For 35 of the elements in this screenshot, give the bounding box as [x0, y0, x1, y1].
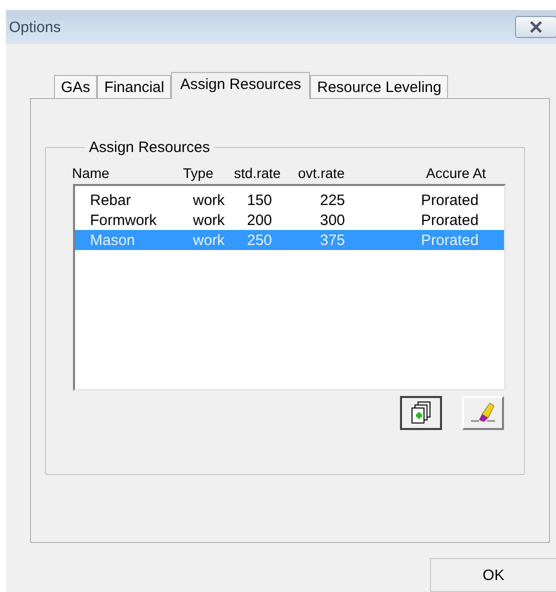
tab[interactable]: Assign Resources [171, 72, 310, 99]
close-button[interactable] [515, 16, 556, 38]
list-cell-text: 200 [247, 212, 274, 228]
eraser-button[interactable] [462, 396, 504, 430]
column-header: Accure At [426, 165, 487, 181]
list-row[interactable]: Rebar work 150 225 Prorated [75, 190, 504, 210]
list-cell-text: 150 [247, 192, 274, 208]
list-cell-text: work [193, 212, 226, 228]
eraser-icon [470, 401, 496, 425]
column-header: Type [183, 165, 214, 181]
list-cell-text: 300 [320, 212, 346, 228]
list-cell-text: Rebar [90, 192, 132, 208]
close-icon [529, 21, 543, 33]
add-button[interactable] [400, 396, 442, 430]
list-cell-text: Prorated [421, 212, 480, 228]
list-cell-text: Prorated [421, 232, 480, 248]
list-cell-text: 225 [320, 192, 346, 208]
window-title: Options [9, 18, 61, 36]
column-header: ovt.rate [298, 165, 346, 181]
tab[interactable]: GAs [54, 75, 98, 99]
list-row[interactable]: Formwork work 200 300 Prorated [75, 210, 504, 230]
tab[interactable]: Resource Leveling [310, 75, 448, 99]
list-cell-text: work [193, 232, 226, 248]
column-header: std.rate [234, 165, 282, 181]
list-cell-text: Prorated [421, 192, 480, 208]
group-title: Assign Resources [88, 139, 211, 156]
ok-button[interactable]: OK [430, 558, 556, 592]
column-header: Name [72, 165, 110, 181]
list-cell-text: Mason [90, 232, 136, 248]
tab[interactable]: Financial [97, 75, 172, 99]
add-pages-icon [410, 401, 432, 425]
list-cell-text: 250 [247, 232, 274, 248]
list-cell-text: work [193, 192, 226, 208]
list-cell-text: 375 [320, 232, 346, 248]
list-cell-text: Formwork [90, 212, 158, 228]
